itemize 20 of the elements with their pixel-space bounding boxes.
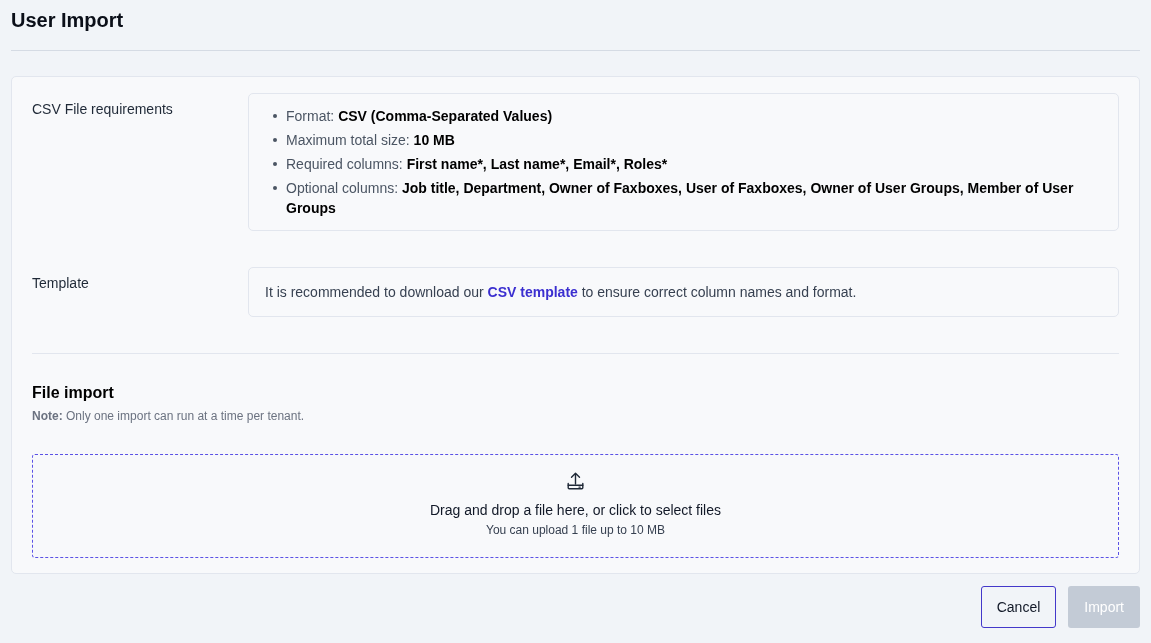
- bullet-icon: [273, 138, 277, 142]
- cancel-button[interactable]: Cancel: [980, 586, 1057, 628]
- upload-icon: [567, 472, 584, 490]
- bullet-icon: [273, 162, 277, 166]
- note-text: Note: Only one import can run at a time per tenant.: [32, 408, 306, 424]
- bullet-icon: [273, 114, 277, 118]
- requirement-text: Required columns: First name*, Last name*, Email*, Roles*: [286, 155, 668, 174]
- section-label: CSV File requirements: [32, 100, 174, 119]
- template-text: It is recommended to download our CSV template to ensure correct column names and format.: [265, 283, 858, 302]
- csv-template-link[interactable]: CSV template: [487, 284, 578, 300]
- requirement-text: Format: CSV (Comma-Separated Values): [286, 107, 553, 126]
- file-dropzone[interactable]: Drag and drop a file here, or click to select files You can upload 1 file up to 10 MB: [32, 454, 1119, 558]
- requirement-text: Maximum total size: 10 MB: [286, 131, 455, 150]
- requirement-text: Optional columns: Job title, Department, Owner of Faxboxes, User of Faxboxes, Owner of User Groups, Member of User Groups: [286, 179, 1075, 218]
- section-label: Template: [32, 274, 90, 293]
- dropzone-prompt: Drag and drop a file here, or click to select files: [430, 501, 721, 520]
- page-title: User Import: [11, 8, 125, 32]
- section-title: File import: [32, 383, 115, 403]
- dropzone-hint: You can upload 1 file up to 10 MB: [486, 522, 665, 538]
- bullet-icon: [273, 186, 277, 190]
